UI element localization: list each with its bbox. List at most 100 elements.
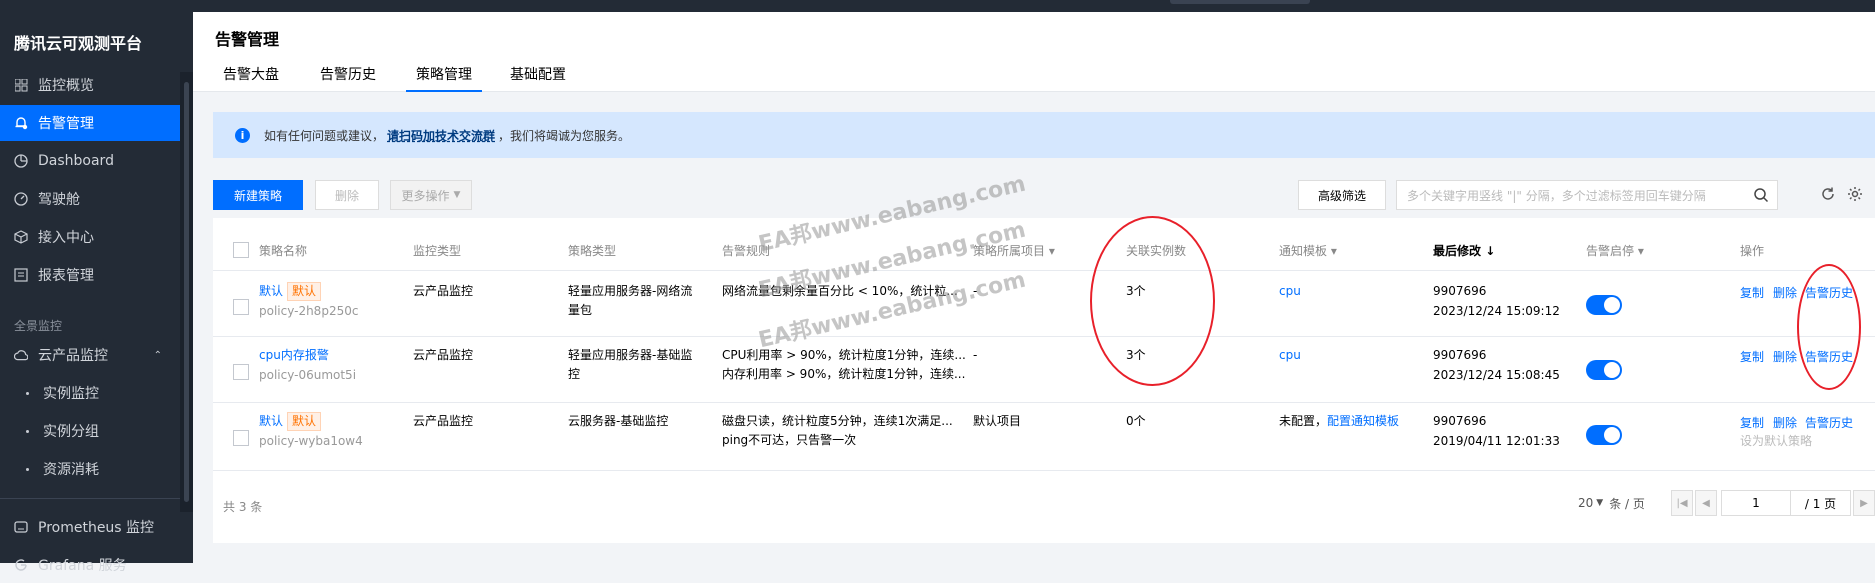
notice-link[interactable]: 请扫码加技术交流群 bbox=[387, 127, 495, 144]
sidebar-item-label: 实例分组 bbox=[43, 424, 99, 440]
column-header-switch[interactable]: 告警启停 ▾ bbox=[1586, 242, 1644, 259]
alarm-icon bbox=[14, 116, 28, 130]
sidebar-item-report[interactable]: 报表管理 bbox=[0, 257, 180, 293]
scrollbar-thumb[interactable] bbox=[184, 82, 189, 502]
sidebar-section-title: 全景监控 bbox=[14, 319, 63, 333]
advanced-filter-button[interactable]: 高级筛选 bbox=[1298, 180, 1386, 210]
policy-type-line: 控 bbox=[568, 367, 581, 381]
sidebar-item-prometheus[interactable]: Prometheus 监控 bbox=[0, 509, 180, 545]
delete-link[interactable]: 删除 bbox=[1773, 414, 1797, 431]
sidebar-item-dashboard[interactable]: Dashboard bbox=[0, 143, 180, 179]
alarm-switch[interactable] bbox=[1586, 360, 1622, 380]
policy-type: 云服务器-基础监控 bbox=[568, 414, 669, 428]
top-search-pill[interactable] bbox=[1170, 0, 1310, 4]
monitor-type: 云产品监控 bbox=[413, 348, 474, 362]
new-policy-button[interactable]: 新建策略 bbox=[213, 180, 303, 210]
search-input[interactable]: 多个关键字用竖线 "|" 分隔，多个过滤标签用回车键分隔 bbox=[1396, 180, 1778, 210]
cube-icon bbox=[14, 230, 28, 244]
bullet-icon bbox=[26, 391, 29, 395]
set-default-link[interactable]: 设为默认策略 bbox=[1740, 432, 1812, 449]
row-divider bbox=[213, 270, 1875, 271]
sidebar-subitem-resource-usage[interactable]: 资源消耗 bbox=[0, 451, 180, 487]
sidebar-subitem-instance-monitor[interactable]: 实例监控 bbox=[0, 375, 180, 411]
sidebar-item-overview[interactable]: 监控概览 bbox=[0, 67, 180, 103]
sidebar: 腾讯云可观测平台 监控概览 告警管理 Dashboard 驾驶舱 接入中心 报表… bbox=[0, 12, 193, 574]
column-header-template[interactable]: 通知模板 ▾ bbox=[1279, 242, 1337, 259]
tab-alarm-dashboard[interactable]: 告警大盘 bbox=[223, 64, 279, 92]
settings-gear-icon[interactable] bbox=[1847, 186, 1863, 202]
tab-policy-management[interactable]: 策略管理 bbox=[406, 64, 482, 92]
row-divider bbox=[213, 402, 1875, 403]
page-size-select[interactable]: 20 ▼ 条 / 页 bbox=[1578, 490, 1645, 516]
sidebar-scrollbar[interactable] bbox=[180, 72, 193, 512]
policy-id: policy-2h8p250c bbox=[259, 304, 359, 318]
chevron-up-icon: ⌃ bbox=[153, 349, 162, 361]
modifier: 9907696 bbox=[1433, 348, 1487, 362]
page-input[interactable]: 1 bbox=[1721, 490, 1791, 516]
copy-link[interactable]: 复制 bbox=[1740, 348, 1764, 365]
sidebar-group-cloud[interactable]: 云产品监控 ⌃ bbox=[0, 337, 180, 373]
sidebar-subitem-instance-group[interactable]: 实例分组 bbox=[0, 413, 180, 449]
copy-link[interactable]: 复制 bbox=[1740, 414, 1764, 431]
next-page-icon[interactable]: ▶ bbox=[1853, 490, 1875, 516]
filter-icon[interactable]: ▾ bbox=[1049, 244, 1055, 258]
select-all-checkbox[interactable] bbox=[233, 242, 249, 258]
alarm-rule-line: ping不可达，只告警一次 bbox=[722, 433, 857, 447]
row-checkbox[interactable] bbox=[233, 430, 249, 446]
sidebar-item-label: 资源消耗 bbox=[43, 462, 99, 478]
first-page-icon[interactable]: |◀ bbox=[1671, 490, 1693, 516]
sidebar-item-cockpit[interactable]: 驾驶舱 bbox=[0, 181, 180, 217]
delete-button[interactable]: 删除 bbox=[315, 180, 379, 210]
template-status: 未配置， bbox=[1279, 414, 1328, 428]
column-header-label: 通知模板 bbox=[1279, 244, 1328, 258]
prev-page-icon[interactable]: ◀ bbox=[1695, 490, 1717, 516]
row-divider bbox=[213, 470, 1875, 471]
sidebar-item-access[interactable]: 接入中心 bbox=[0, 219, 180, 255]
caret-down-icon: ▼ bbox=[453, 190, 461, 200]
copy-link[interactable]: 复制 bbox=[1740, 284, 1764, 301]
alarm-rule-line: 内存利用率 > 90%，统计粒度1分钟，连续... bbox=[722, 367, 966, 381]
policy-type: 轻量应用服务器-基础监控 bbox=[568, 346, 692, 384]
annotation-circle bbox=[1797, 264, 1861, 390]
more-actions-label: 更多操作 bbox=[401, 188, 450, 203]
column-header: 策略类型 bbox=[568, 244, 617, 258]
refresh-icon[interactable] bbox=[1820, 186, 1836, 202]
filter-icon[interactable]: ▾ bbox=[1331, 244, 1337, 258]
gauge-icon bbox=[14, 192, 28, 206]
sidebar-item-label: Grafana 服务 bbox=[38, 558, 127, 574]
column-header-label: 告警启停 bbox=[1586, 244, 1635, 258]
template-link[interactable]: cpu bbox=[1279, 282, 1301, 301]
sidebar-item-grafana[interactable]: Grafana 服务 bbox=[0, 547, 180, 583]
sidebar-divider bbox=[0, 498, 180, 499]
configure-template-link[interactable]: 配置通知模板 bbox=[1327, 414, 1399, 428]
policy-name-link[interactable]: cpu内存报警 bbox=[259, 346, 329, 365]
alarm-history-link[interactable]: 告警历史 bbox=[1805, 414, 1853, 431]
more-actions-dropdown[interactable]: 更多操作 ▼ bbox=[390, 180, 472, 210]
row-checkbox[interactable] bbox=[233, 299, 249, 315]
sidebar-item-label: Prometheus 监控 bbox=[38, 520, 155, 536]
sidebar-item-alarm[interactable]: 告警管理 bbox=[0, 105, 180, 141]
delete-link[interactable]: 删除 bbox=[1773, 284, 1797, 301]
policy-type-line: 轻量应用服务器-网络流 bbox=[568, 284, 693, 298]
policy-name-link[interactable]: 默认 bbox=[259, 284, 283, 298]
sidebar-item-label: 接入中心 bbox=[38, 230, 94, 246]
tab-alarm-history[interactable]: 告警历史 bbox=[320, 64, 376, 92]
search-placeholder: 多个关键字用竖线 "|" 分隔，多个过滤标签用回车键分隔 bbox=[1407, 188, 1706, 203]
default-tag: 默认 bbox=[287, 412, 322, 431]
search-icon[interactable] bbox=[1753, 187, 1769, 206]
policy-id: policy-wyba1ow4 bbox=[259, 434, 363, 448]
row-checkbox[interactable] bbox=[233, 364, 249, 380]
template-link[interactable]: cpu bbox=[1279, 346, 1301, 365]
tab-basic-config[interactable]: 基础配置 bbox=[510, 64, 566, 92]
column-header: 监控类型 bbox=[413, 244, 462, 258]
modified-time: 2023/12/24 15:09:12 bbox=[1433, 304, 1560, 318]
page-size-value: 20 bbox=[1578, 496, 1594, 510]
delete-link[interactable]: 删除 bbox=[1773, 348, 1797, 365]
column-header-modified[interactable]: 最后修改 ↓ bbox=[1433, 242, 1495, 259]
policy-name-link[interactable]: 默认 bbox=[259, 414, 283, 428]
sort-down-icon[interactable]: ↓ bbox=[1485, 244, 1495, 258]
filter-icon[interactable]: ▾ bbox=[1638, 244, 1644, 258]
column-header: 操作 bbox=[1740, 244, 1765, 258]
alarm-switch[interactable] bbox=[1586, 425, 1622, 445]
alarm-switch[interactable] bbox=[1586, 295, 1622, 315]
